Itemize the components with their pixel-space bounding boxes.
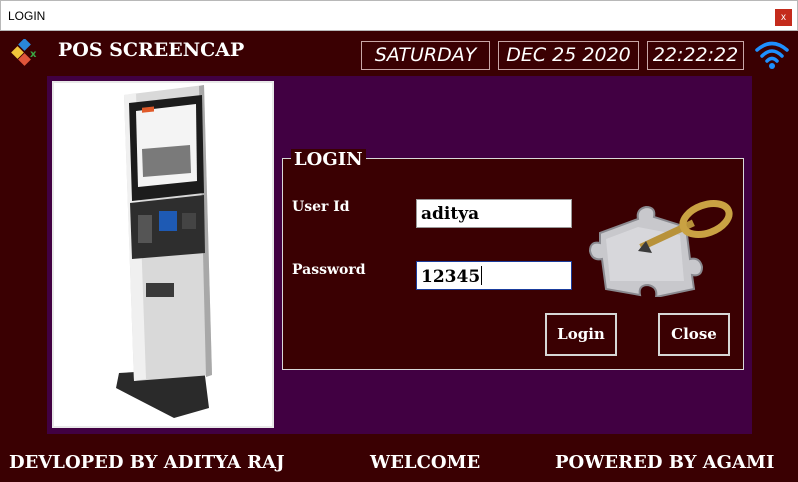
- text-caret: [481, 266, 483, 285]
- day-display: SATURDAY: [361, 41, 490, 70]
- password-input[interactable]: 12345: [416, 261, 572, 290]
- kiosk-image-frame: [52, 81, 274, 428]
- app-title: POS SCREENCAP: [58, 39, 245, 61]
- main-window: x POS SCREENCAP SATURDAY DEC 25 2020 22:…: [0, 31, 798, 482]
- wifi-icon: [755, 41, 789, 69]
- footer-developer: DEVLOPED BY ADITYA RAJ: [9, 452, 285, 473]
- app-logo-icon: x: [11, 39, 37, 66]
- password-label: Password: [292, 262, 366, 278]
- userid-label: User Id: [292, 199, 350, 215]
- login-legend: LOGIN: [291, 149, 366, 170]
- content-panel: LOGIN User Id aditya Password 12345 Logi…: [47, 76, 752, 434]
- userid-value: aditya: [421, 204, 480, 224]
- date-display: DEC 25 2020: [498, 41, 639, 70]
- footer-welcome: WELCOME: [370, 452, 481, 473]
- svg-text:x: x: [30, 49, 37, 60]
- userid-input[interactable]: aditya: [416, 199, 572, 228]
- time-display: 22:22:22: [647, 41, 744, 70]
- puzzle-key-icon: [588, 199, 733, 297]
- window-close-button[interactable]: x: [775, 9, 792, 26]
- window-title: LOGIN: [8, 9, 46, 23]
- window-titlebar: LOGIN x: [0, 0, 798, 31]
- kiosk-image: [54, 83, 272, 426]
- close-button[interactable]: Close: [658, 313, 730, 356]
- login-groupbox: LOGIN User Id aditya Password 12345 Logi…: [282, 149, 744, 370]
- footer-powered: POWERED BY AGAMI: [555, 452, 775, 473]
- password-value: 12345: [421, 267, 481, 287]
- login-button[interactable]: Login: [545, 313, 617, 356]
